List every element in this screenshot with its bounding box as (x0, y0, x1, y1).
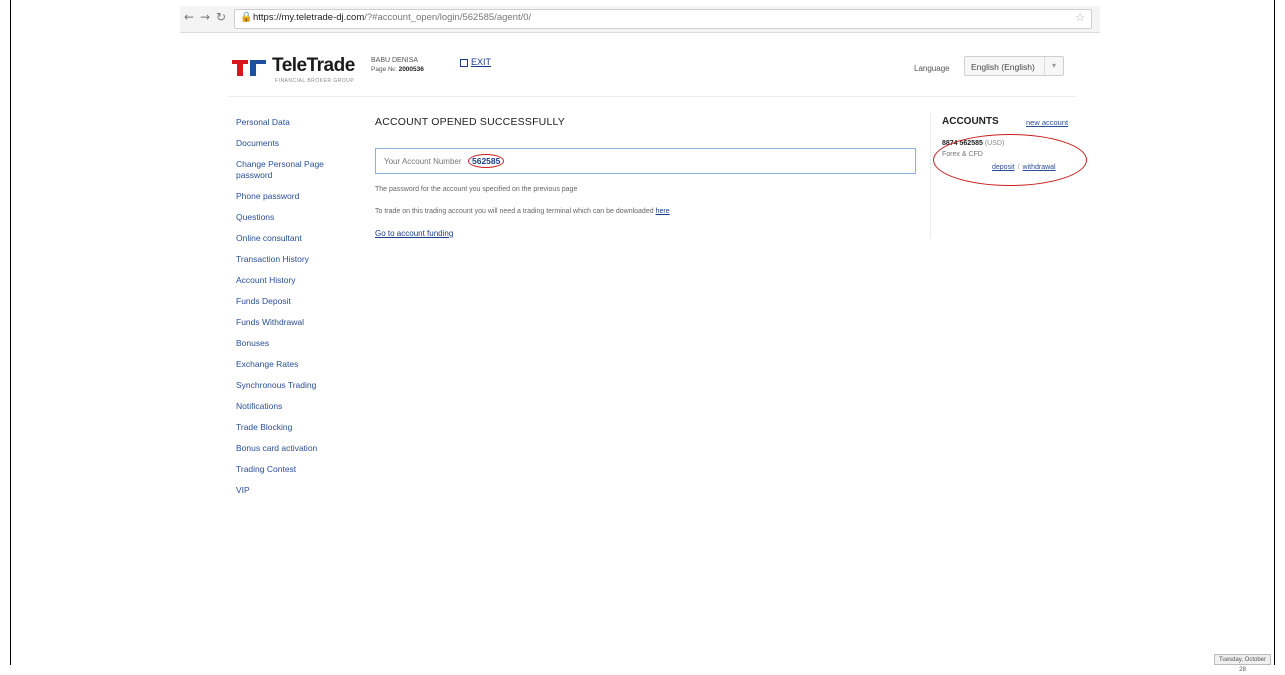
new-account-link[interactable]: new account (1026, 118, 1068, 127)
page-number: 2000536 (398, 66, 424, 73)
page-frame (10, 0, 1275, 665)
chevron-down-icon[interactable]: ▾ (1044, 57, 1063, 75)
account-number-box: Your Account Number 562585 (375, 148, 916, 174)
forward-arrow-icon[interactable]: → (200, 10, 210, 24)
back-arrow-icon[interactable]: ← (184, 10, 194, 24)
sidebar-item-account-history[interactable]: Account History (236, 275, 351, 286)
sidebar-item-funds-deposit[interactable]: Funds Deposit (236, 296, 351, 307)
sidebar-item-trade-blocking[interactable]: Trade Blocking (236, 422, 351, 433)
reload-icon[interactable]: ↻ (216, 10, 226, 24)
exit-label: EXIT (471, 57, 492, 67)
account-number-value: 562585 (468, 154, 505, 168)
sidebar-item-personal-data[interactable]: Personal Data (236, 117, 351, 128)
lock-icon: 🔒 (240, 12, 253, 23)
logo-text: TeleTrade (272, 55, 355, 76)
bookmark-star-icon[interactable]: ☆ (1075, 11, 1085, 24)
sidebar-nav: Personal Data Documents Change Personal … (236, 117, 351, 506)
sidebar-item-phone-password[interactable]: Phone password (236, 191, 351, 202)
accounts-title: ACCOUNTS (942, 116, 999, 127)
sidebar-item-bonus-card[interactable]: Bonus card activation (236, 443, 351, 454)
language-select[interactable]: English (English) ▾ (964, 56, 1064, 76)
page-label: Page №: (371, 66, 397, 73)
sidebar-item-bonuses[interactable]: Bonuses (236, 338, 351, 349)
page-title: ACCOUNT OPENED SUCCESSFULLY (375, 116, 565, 128)
column-divider (930, 112, 931, 238)
logo-mark-icon (232, 60, 266, 76)
address-bar[interactable]: 🔒 https://my.teletrade-dj.com/?#account_… (234, 9, 1092, 29)
sidebar-item-exchange-rates[interactable]: Exchange Rates (236, 359, 351, 370)
sidebar-item-change-password[interactable]: Change Personal Page password (236, 159, 351, 181)
sidebar-item-trading-contest[interactable]: Trading Contest (236, 464, 351, 475)
terminal-info-text: To trade on this trading account you wil… (375, 208, 670, 215)
user-page-number: Page №: 2000536 (371, 66, 424, 73)
user-name: BABU DENISA (371, 57, 419, 64)
terminal-info-body: To trade on this trading account you wil… (375, 208, 654, 215)
url-path: /?#account_open/login/562585/agent/0/ (364, 12, 532, 23)
sidebar-item-questions[interactable]: Questions (236, 212, 351, 223)
sidebar-item-notifications[interactable]: Notifications (236, 401, 351, 412)
terminal-download-link[interactable]: here (656, 208, 670, 215)
header-divider (228, 96, 1076, 97)
sidebar-item-transaction-history[interactable]: Transaction History (236, 254, 351, 265)
browser-toolbar: ← → ↻ 🔒 https://my.teletrade-dj.com/?#ac… (180, 6, 1100, 33)
sidebar-item-vip[interactable]: VIP (236, 485, 351, 496)
sidebar-item-online-consultant[interactable]: Online consultant (236, 233, 351, 244)
exit-link[interactable]: EXIT (460, 57, 491, 67)
taskbar-clock: Tuesday, October 28 (1214, 654, 1271, 673)
account-number-label: Your Account Number (384, 157, 462, 166)
sidebar-item-documents[interactable]: Documents (236, 138, 351, 149)
account-funding-link[interactable]: Go to account funding (375, 229, 453, 238)
language-value: English (English) (971, 62, 1035, 72)
logo-subtext: FINANCIAL BROKER GROUP (275, 78, 355, 84)
exit-icon (460, 58, 468, 67)
highlight-circle (933, 134, 1087, 186)
url-text[interactable]: https://my.teletrade-dj.com/?#account_op… (253, 12, 531, 23)
password-info-text: The password for the account you specifi… (375, 186, 578, 193)
sidebar-item-funds-withdrawal[interactable]: Funds Withdrawal (236, 317, 351, 328)
sidebar-item-synchronous-trading[interactable]: Synchronous Trading (236, 380, 351, 391)
url-host: https://my.teletrade-dj.com (253, 12, 365, 23)
language-label: Language (914, 64, 950, 73)
